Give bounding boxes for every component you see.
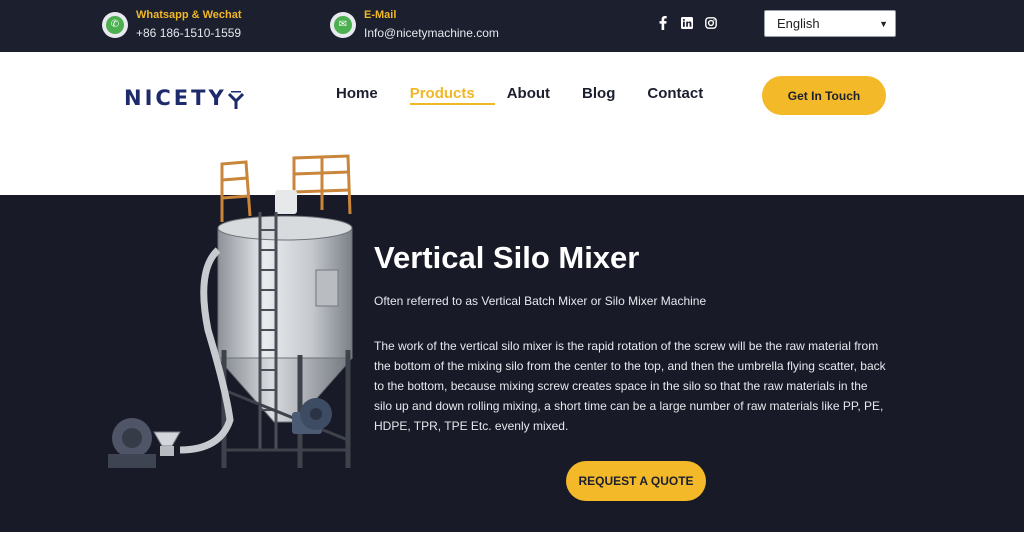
top-bar: ✆ Whatsapp & Wechat +86 186-1510-1559 ✉ … bbox=[0, 0, 1024, 52]
whatsapp-number[interactable]: +86 186-1510-1559 bbox=[136, 24, 242, 42]
nav-home[interactable]: Home bbox=[336, 85, 378, 102]
linkedin-icon[interactable] bbox=[680, 15, 694, 31]
get-in-touch-button[interactable]: Get In Touch bbox=[762, 76, 886, 115]
nav-contact[interactable]: Contact bbox=[647, 85, 703, 102]
hero-subtitle: Often referred to as Vertical Batch Mixe… bbox=[374, 294, 707, 308]
whatsapp-icon: ✆ bbox=[102, 12, 128, 38]
silo-mixer-image bbox=[108, 154, 354, 468]
whatsapp-contact[interactable]: ✆ Whatsapp & Wechat +86 186-1510-1559 bbox=[102, 8, 242, 42]
language-value: English bbox=[777, 16, 820, 31]
email-icon: ✉ bbox=[330, 12, 356, 38]
language-select[interactable]: English ▼ bbox=[764, 10, 896, 37]
nav-blog[interactable]: Blog bbox=[582, 85, 615, 102]
social-links bbox=[656, 15, 718, 31]
page-title: Vertical Silo Mixer bbox=[374, 240, 640, 275]
hero-description: The work of the vertical silo mixer is t… bbox=[374, 339, 886, 433]
site-logo[interactable]: NICETY bbox=[124, 86, 244, 110]
logo-text: NICETY bbox=[124, 86, 227, 110]
facebook-icon[interactable] bbox=[656, 15, 670, 31]
main-menu: Home Products About Blog Contact bbox=[336, 85, 735, 105]
instagram-icon[interactable] bbox=[704, 15, 718, 31]
email-label: E-Mail bbox=[364, 9, 397, 21]
page-bottom-strip bbox=[0, 532, 1024, 550]
chevron-down-icon: ▼ bbox=[879, 18, 888, 29]
nav-about[interactable]: About bbox=[507, 85, 550, 102]
email-contact[interactable]: ✉ E-Mail Info@nicetymachine.com bbox=[330, 8, 499, 42]
nav-products[interactable]: Products bbox=[409, 85, 495, 105]
request-quote-button[interactable]: REQUEST A QUOTE bbox=[566, 461, 706, 501]
whatsapp-label: Whatsapp & Wechat bbox=[136, 9, 242, 21]
email-address[interactable]: Info@nicetymachine.com bbox=[364, 24, 499, 42]
logo-mark-icon bbox=[227, 91, 244, 109]
